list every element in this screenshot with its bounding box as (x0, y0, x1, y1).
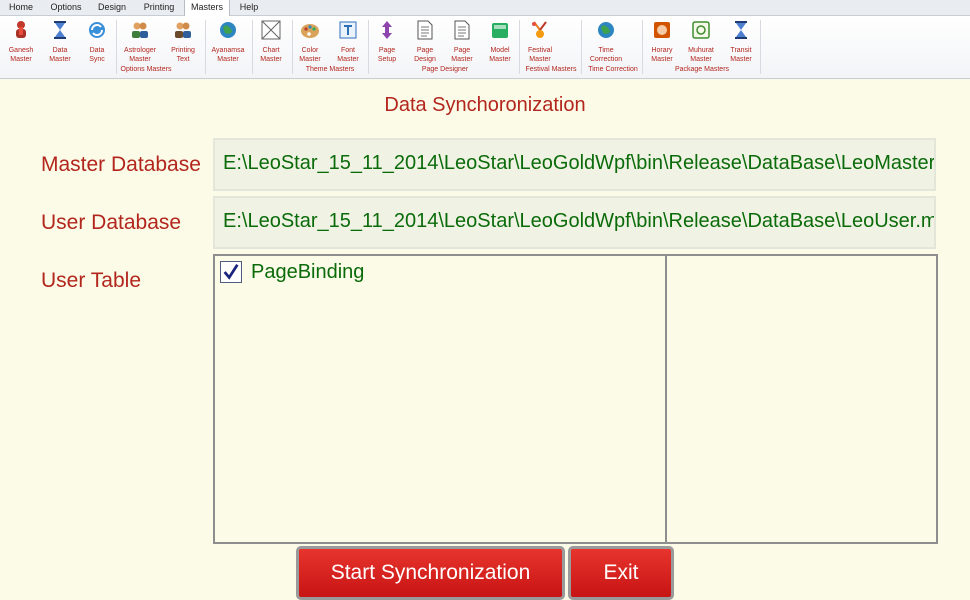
user-database-label: User Database (41, 211, 182, 234)
menu-printing[interactable]: Printing (136, 0, 182, 15)
user-table-list[interactable] (213, 254, 667, 544)
page-title: Data Synchoronization (384, 94, 586, 116)
model-icon (492, 23, 508, 38)
chart-grid-icon (261, 20, 281, 40)
data-sync-button[interactable]: Data Sync (77, 18, 117, 70)
printing-text-button[interactable]: Printing Text (163, 18, 203, 70)
pagebinding-label: PageBinding (251, 261, 365, 283)
sync-icon (89, 22, 105, 38)
group-label-page-designer: Page Designer (421, 66, 469, 73)
user-table-label: User Table (41, 269, 141, 292)
check-icon (223, 263, 239, 280)
horary-icon (654, 22, 670, 38)
palette-icon (301, 24, 319, 38)
document-icon (454, 20, 470, 40)
menu-help[interactable]: Help (230, 0, 268, 15)
font-icon (339, 21, 357, 39)
master-database-field[interactable]: E:\LeoStar_15_11_2014\LeoStar\LeoGoldWpf… (213, 138, 936, 191)
document-icon (417, 20, 433, 40)
hourglass-icon (735, 21, 747, 39)
astrologer-master-button[interactable]: Astrologer Master (120, 18, 160, 70)
users-icon (132, 22, 148, 38)
ribbon-separator (760, 20, 761, 74)
menu-masters[interactable]: Masters (184, 0, 230, 17)
festival-icon (532, 21, 547, 38)
time-correction-button[interactable]: Time Correction (586, 18, 626, 70)
menu-bar: Home Options Design Printing Masters Hel… (0, 0, 970, 17)
transit-master-button[interactable]: Transit Master (721, 18, 761, 70)
page-setup-icon (382, 21, 392, 39)
menu-home[interactable]: Home (0, 0, 42, 15)
pagebinding-checkbox[interactable] (220, 261, 242, 283)
hourglass-icon (54, 21, 66, 39)
exit-button[interactable]: Exit (568, 546, 674, 600)
group-label-time-correction: Time Correction (588, 66, 638, 73)
group-label-theme-masters: Theme Masters (305, 66, 355, 73)
user-database-field[interactable]: E:\LeoStar_15_11_2014\LeoStar\LeoGoldWpf… (213, 196, 936, 249)
ayanamsa-master-button[interactable]: Ayanamsa Master (208, 18, 248, 70)
menu-options[interactable]: Options (44, 0, 88, 15)
group-label-package-masters: Package Masters (674, 66, 730, 73)
detail-panel (665, 254, 938, 544)
muhurat-icon (692, 21, 710, 39)
group-label-festival-masters: Festival Masters (525, 66, 577, 73)
globe-icon (220, 22, 236, 38)
users-icon (175, 22, 191, 38)
ganesh-icon (16, 21, 26, 38)
menu-design[interactable]: Design (90, 0, 134, 15)
master-database-label: Master Database (41, 153, 201, 176)
group-label-options-masters: Options Masters (120, 66, 172, 73)
start-synchronization-button[interactable]: Start Synchronization (296, 546, 565, 600)
ribbon: Ganesh Master Data Master Data Sync Astr… (0, 16, 970, 79)
festival-master-button[interactable]: Festival Master (520, 18, 560, 70)
globe-icon (598, 22, 614, 38)
